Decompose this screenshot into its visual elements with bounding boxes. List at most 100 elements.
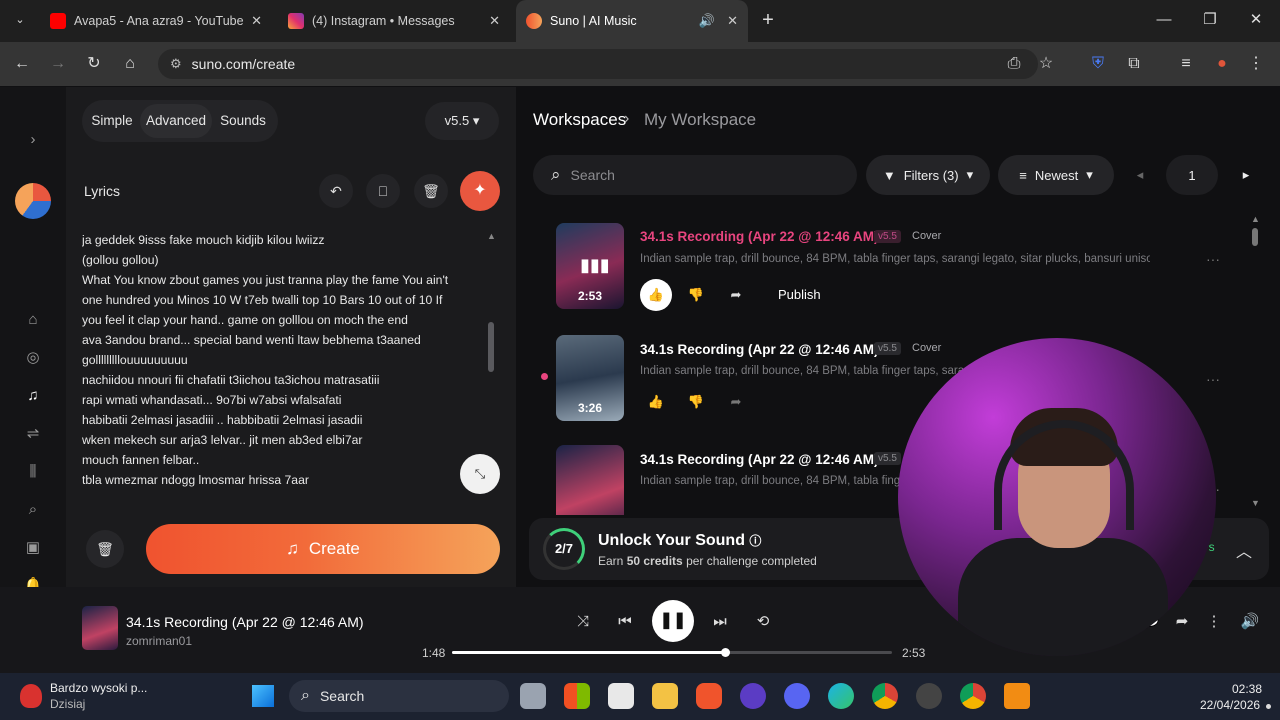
shuffle-icon[interactable]: ⤨ — [571, 610, 595, 634]
close-window-button[interactable]: ✕ — [1242, 8, 1270, 32]
restore-button[interactable]: ❐ — [1196, 8, 1224, 32]
pause-button[interactable]: ❚❚ — [652, 600, 694, 642]
bookmark-star-icon[interactable]: ☆ — [1034, 52, 1058, 76]
app-icon[interactable] — [740, 683, 766, 709]
breadcrumb-workspaces[interactable]: Workspaces — [533, 110, 626, 130]
filters-button[interactable]: ▼ Filters (3) ▾ — [866, 155, 990, 195]
share-icon[interactable]: ➦ — [1170, 610, 1194, 634]
delete-icon[interactable]: 🗑 — [414, 174, 448, 208]
profile-avatar[interactable]: ● — [1210, 52, 1234, 76]
undo-icon[interactable]: ↶ — [319, 174, 353, 208]
bookmark-icon[interactable]: ⎕ — [366, 174, 400, 208]
back-icon[interactable]: ← — [10, 52, 34, 76]
clock-time[interactable]: 02:38 — [1232, 682, 1262, 696]
next-icon[interactable]: ⏭ — [708, 610, 732, 634]
tab-search-chevron-icon[interactable]: ⌄ — [6, 8, 34, 32]
edge-icon[interactable] — [828, 683, 854, 709]
app-icon[interactable] — [916, 683, 942, 709]
weather-title[interactable]: Bardzo wysoki p... — [50, 681, 147, 695]
library-icon[interactable]: ⫼ — [20, 459, 46, 485]
expand-sidebar-icon[interactable]: › — [20, 127, 46, 153]
next-page-button[interactable]: ▸ — [1228, 155, 1264, 195]
dislike-icon[interactable]: 👎 — [680, 386, 712, 418]
widgets-icon[interactable] — [564, 683, 590, 709]
hooks-icon[interactable]: ▣ — [20, 535, 46, 561]
tab-youtube[interactable]: Avapa5 - Ana azra9 - YouTube ✕ — [40, 6, 272, 36]
like-icon[interactable]: 👍 — [640, 279, 672, 311]
new-tab-button[interactable]: + — [754, 8, 782, 32]
weather-alert-icon[interactable] — [20, 684, 42, 708]
song-cover[interactable] — [556, 445, 624, 515]
lyrics-textarea[interactable]: ja geddek 9isss fake mouch kidjib kilou … — [82, 230, 487, 488]
explore-icon[interactable]: ◎ — [20, 345, 46, 371]
minimize-button[interactable]: — — [1150, 8, 1178, 32]
volume-icon[interactable]: 🔊 — [1238, 610, 1262, 634]
song-row[interactable]: ▮▮▮ 2:53 34.1s Recording (Apr 22 @ 12:46… — [556, 223, 1256, 323]
home-icon[interactable]: ⌂ — [20, 307, 46, 333]
brave-icon[interactable] — [696, 683, 722, 709]
file-explorer-icon[interactable] — [652, 683, 678, 709]
previous-icon[interactable]: ⏮ — [613, 610, 637, 634]
song-title[interactable]: 34.1s Recording (Apr 22 @ 12:46 AM) — [640, 452, 879, 467]
studio-icon[interactable]: ⇌ — [20, 421, 46, 447]
share-icon[interactable]: ➦ — [720, 386, 752, 418]
extension-shield-icon[interactable]: ⛨ — [1086, 52, 1110, 76]
speaker-icon[interactable]: 🔊 — [699, 13, 715, 29]
mode-advanced[interactable]: Advanced — [140, 104, 212, 138]
song-cover[interactable]: ▮▮▮ 2:53 — [556, 223, 624, 309]
seek-handle[interactable] — [720, 648, 730, 657]
page-number[interactable]: 1 — [1166, 155, 1218, 195]
reload-icon[interactable]: ↻ — [82, 52, 106, 76]
tab-suno[interactable]: Suno | AI Music 🔊 ✕ — [516, 0, 748, 42]
install-app-icon[interactable]: ⎙ — [1002, 52, 1026, 76]
lyrics-scrollbar[interactable] — [488, 322, 494, 372]
search-input[interactable]: ⌕ Search — [533, 155, 857, 195]
chrome-icon[interactable] — [872, 683, 898, 709]
song-title[interactable]: 34.1s Recording (Apr 22 @ 12:46 AM) — [640, 229, 879, 244]
song-title[interactable]: 34.1s Recording (Apr 22 @ 12:46 AM) — [640, 342, 879, 357]
vlc-icon[interactable] — [1004, 683, 1030, 709]
address-bar[interactable]: ⚙ suno.com/create — [158, 49, 1038, 79]
player-cover[interactable] — [82, 606, 118, 650]
forward-icon[interactable]: → — [46, 52, 70, 76]
player-title[interactable]: 34.1s Recording (Apr 22 @ 12:46 AM) — [126, 614, 364, 630]
close-icon[interactable]: ✕ — [727, 13, 738, 29]
mode-simple[interactable]: Simple — [86, 104, 138, 138]
windows-start-icon[interactable] — [252, 685, 274, 707]
sort-button[interactable]: ≡ Newest ▾ — [998, 155, 1114, 195]
create-icon[interactable]: ♫ — [20, 383, 46, 409]
task-view-icon[interactable] — [520, 683, 546, 709]
discord-icon[interactable] — [784, 683, 810, 709]
magic-wand-button[interactable]: ✦ — [460, 171, 500, 211]
share-icon[interactable]: ➦ — [720, 279, 752, 311]
avatar[interactable] — [15, 183, 51, 219]
home-icon[interactable]: ⌂ — [118, 52, 142, 76]
song-cover[interactable]: 3:26 — [556, 335, 624, 421]
site-info-icon[interactable]: ⚙ — [170, 56, 182, 72]
clear-button[interactable]: 🗑 — [86, 530, 124, 568]
info-icon[interactable]: ⓘ — [749, 534, 761, 548]
close-icon[interactable]: ✕ — [251, 13, 262, 29]
player-artist[interactable]: zomriman01 — [126, 634, 192, 648]
taskbar-search[interactable]: ⌕ Search — [289, 680, 509, 712]
publish-button[interactable]: Publish — [760, 279, 839, 311]
scroll-up-icon[interactable]: ▲ — [487, 231, 496, 241]
model-version-select[interactable]: v5.5 ▾ — [425, 102, 499, 140]
mode-sounds[interactable]: Sounds — [214, 104, 272, 138]
clock-date[interactable]: 22/04/2026 — [1200, 698, 1260, 712]
dislike-icon[interactable]: 👎 — [680, 279, 712, 311]
chrome-icon[interactable] — [960, 683, 986, 709]
extensions-icon[interactable]: ⧉ — [1122, 52, 1146, 76]
close-icon[interactable]: ✕ — [489, 13, 500, 29]
more-options-icon[interactable]: ··· — [1206, 251, 1220, 267]
create-button[interactable]: ♫ Create — [146, 524, 500, 574]
repeat-icon[interactable]: ⟲ — [751, 610, 775, 634]
chevron-up-icon[interactable]: ︿ — [1236, 538, 1252, 562]
prev-page-button[interactable]: ◂ — [1122, 155, 1158, 195]
search-icon[interactable]: ⌕ — [20, 497, 46, 523]
more-options-icon[interactable]: ··· — [1206, 371, 1220, 387]
menu-icon[interactable]: ⋮ — [1244, 52, 1268, 76]
media-control-icon[interactable]: ≡ — [1174, 52, 1198, 76]
more-options-icon[interactable]: ⋮ — [1202, 610, 1226, 634]
store-icon[interactable] — [608, 683, 634, 709]
